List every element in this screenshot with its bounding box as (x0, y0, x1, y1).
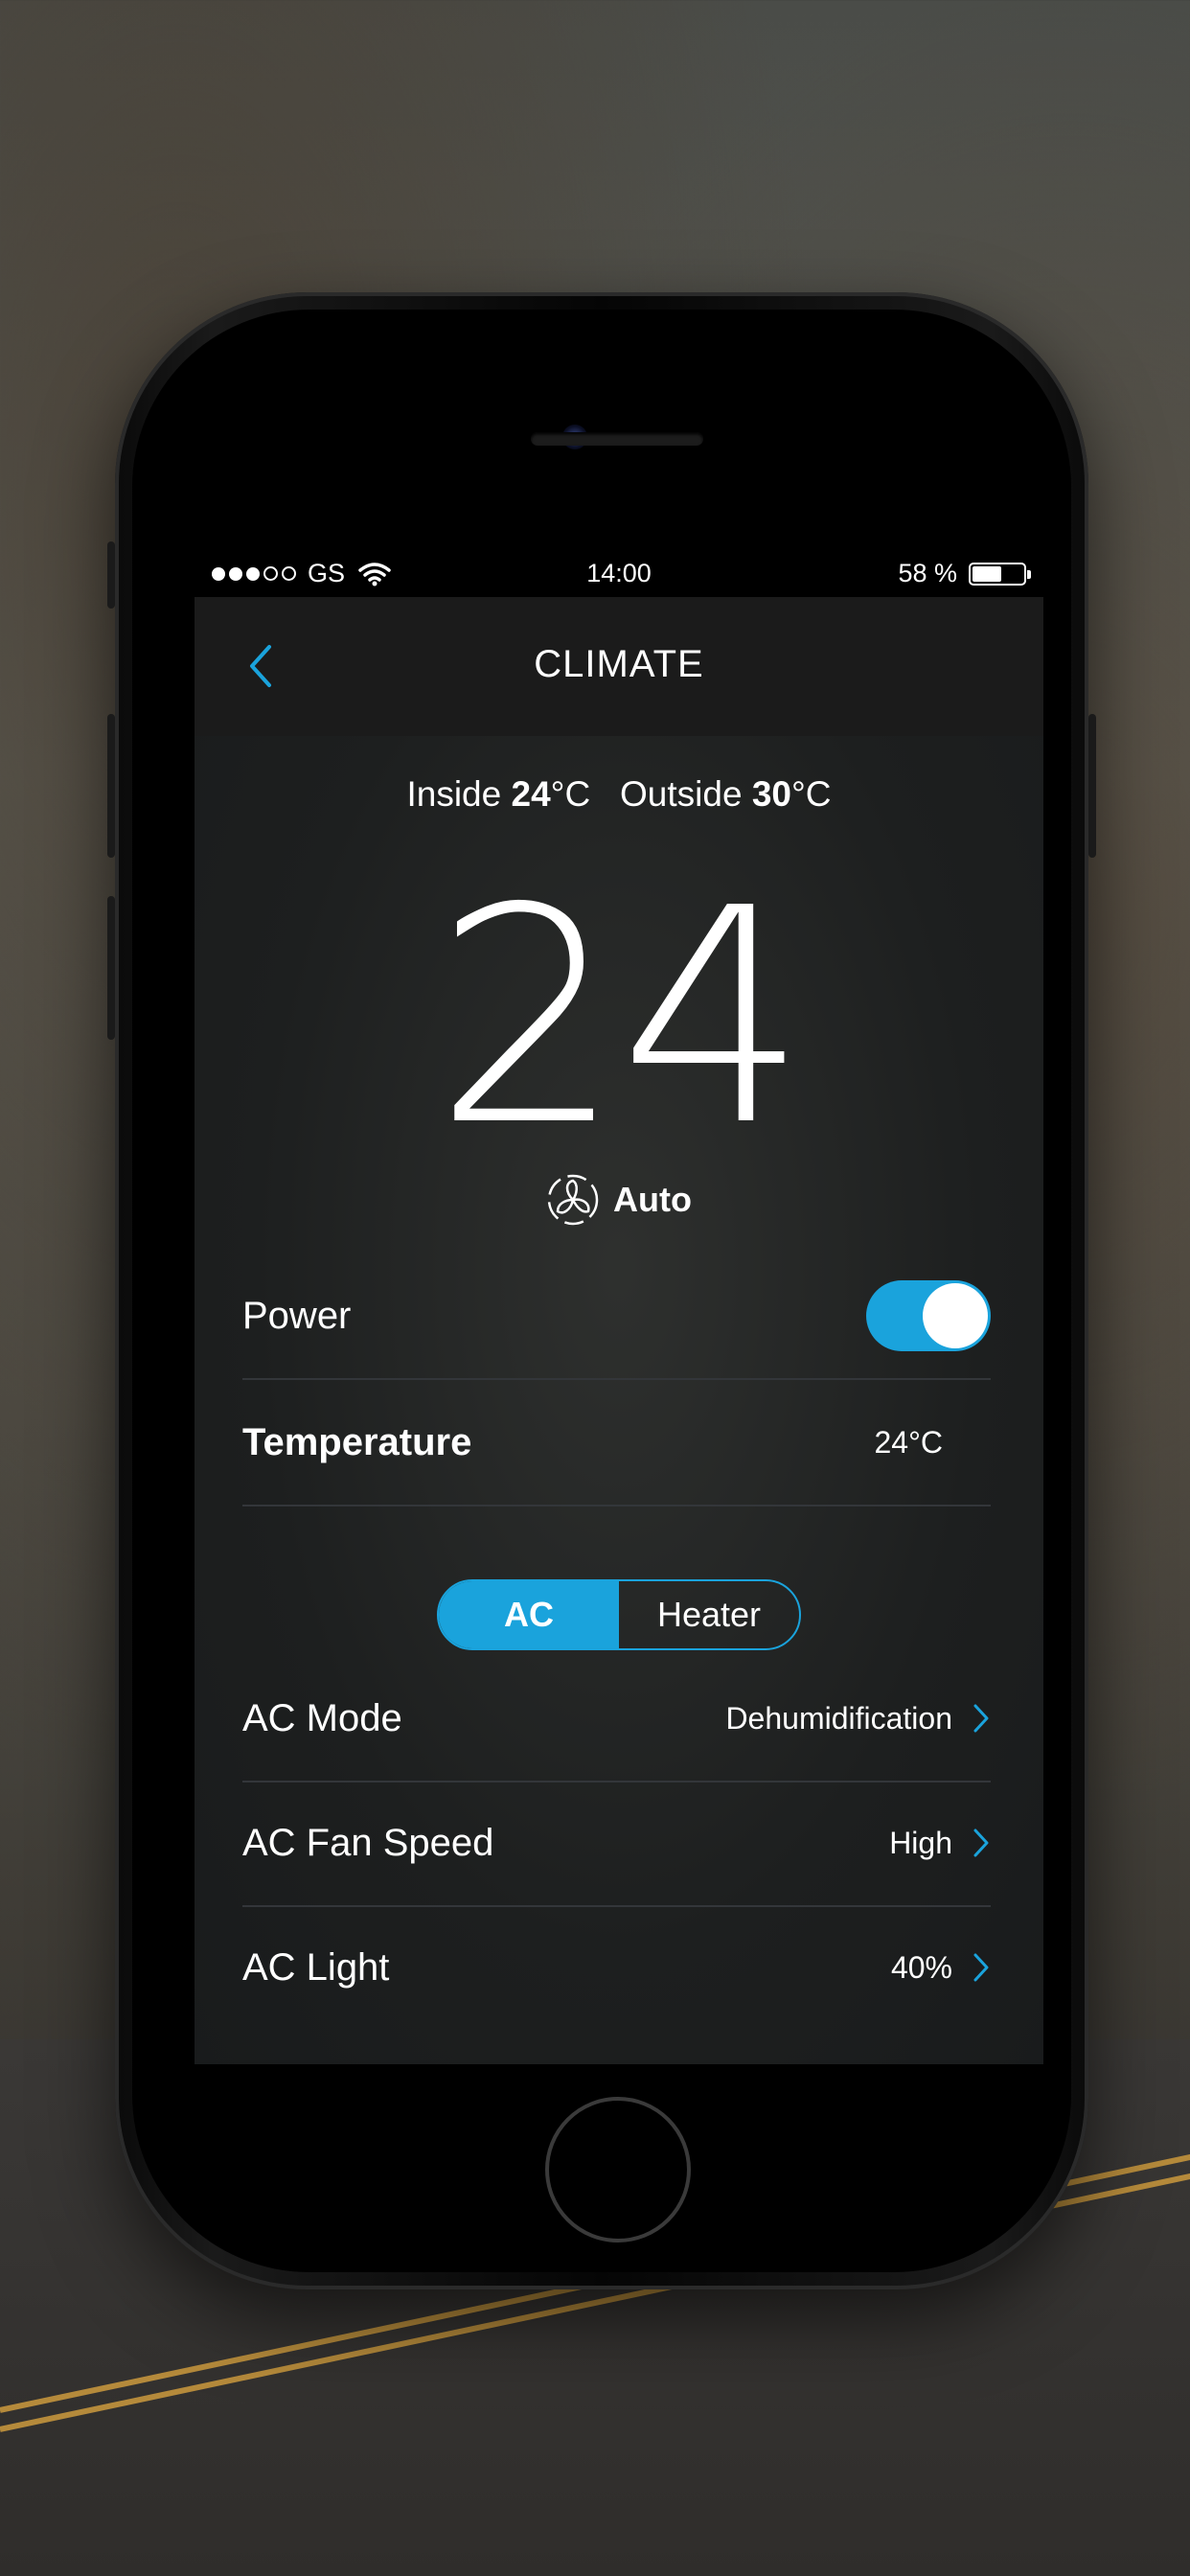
home-button[interactable] (545, 2097, 691, 2242)
segment-heater[interactable]: Heater (619, 1581, 799, 1648)
battery-status: 58 % (898, 559, 1031, 588)
battery-level (973, 565, 1002, 582)
page-title: CLIMATE (534, 643, 704, 685)
ac-mode-row[interactable]: AC Mode Dehumidification (242, 1656, 991, 1782)
ac-mode-label: AC Mode (242, 1696, 402, 1739)
inside-outside-temps: Inside 24°C Outside 30°C (195, 774, 1043, 815)
ac-fan-speed-label: AC Fan Speed (242, 1821, 494, 1864)
chevron-right-icon (973, 1953, 989, 1982)
battery-icon (969, 562, 1031, 586)
fan-mode-label: Auto (613, 1180, 692, 1219)
power-label: Power (242, 1294, 352, 1337)
temperature-value: 24°C (874, 1424, 944, 1460)
temperature-row[interactable]: Temperature 24°C (242, 1380, 991, 1506)
power-button (1088, 714, 1096, 858)
ac-light-row[interactable]: AC Light 40% (242, 1905, 991, 2030)
chevron-right-icon (973, 1828, 989, 1857)
fan-mode[interactable]: Auto (195, 1173, 1043, 1227)
segment-ac[interactable]: AC (439, 1581, 619, 1648)
volume-up-button (107, 714, 115, 858)
power-row: Power (242, 1254, 991, 1380)
earpiece-speaker (531, 432, 703, 446)
battery-percent: 58 % (898, 559, 957, 587)
outside-label: Outside (620, 774, 743, 814)
mute-switch (107, 541, 115, 609)
outside-unit: °C (790, 774, 832, 814)
power-toggle[interactable] (866, 1280, 991, 1351)
screen: GS 14:00 58 % CLIMATE Inside 24°C Outsid… (195, 549, 1043, 2064)
climate-content: Inside 24°C Outside 30°C 24 Auto Power T… (195, 736, 1043, 2064)
outside-value: 30 (751, 774, 791, 814)
fan-icon (547, 1174, 599, 1226)
set-temperature-display[interactable]: 24 (195, 870, 1043, 1167)
navigation-bar: CLIMATE (195, 597, 1043, 736)
status-bar: GS 14:00 58 % (195, 549, 1043, 597)
phone-frame: GS 14:00 58 % CLIMATE Inside 24°C Outsid… (107, 292, 1096, 2289)
chevron-right-icon (973, 1704, 989, 1733)
phone-bezel: GS 14:00 58 % CLIMATE Inside 24°C Outsid… (132, 310, 1071, 2272)
temperature-label: Temperature (242, 1420, 472, 1463)
inside-label: Inside (406, 774, 502, 814)
inside-value: 24 (511, 774, 551, 814)
ac-heater-segmented-control: AC Heater (437, 1579, 801, 1650)
inside-unit: °C (550, 774, 591, 814)
volume-down-button (107, 896, 115, 1040)
ac-light-value: 40% (890, 1949, 952, 1985)
ac-fan-speed-row[interactable]: AC Fan Speed High (242, 1781, 991, 1907)
ac-fan-speed-value: High (889, 1825, 952, 1860)
ac-mode-value: Dehumidification (725, 1700, 952, 1736)
ac-light-label: AC Light (242, 1945, 390, 1989)
toggle-knob (923, 1283, 988, 1348)
